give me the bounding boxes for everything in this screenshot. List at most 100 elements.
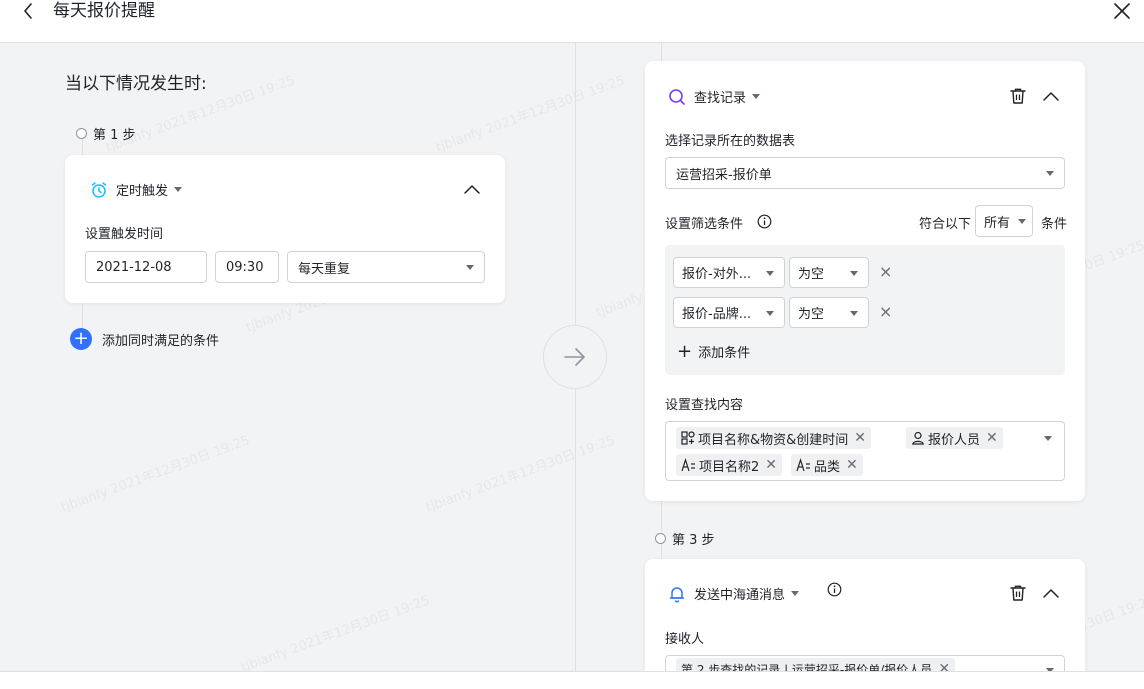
- date-value: 2021-12-08: [96, 259, 172, 275]
- filter-label: 设置筛选条件: [665, 217, 744, 232]
- person-icon: [912, 431, 924, 445]
- page-title: 每天报价提醒: [53, 1, 155, 21]
- repeat-select[interactable]: 每天重复: [287, 251, 485, 283]
- add-condition-label: 添加同时满足的条件: [102, 333, 220, 349]
- caret-down-icon: [466, 265, 474, 270]
- action-type-selector[interactable]: 发送中海通消息: [668, 584, 800, 603]
- filter-operator-select[interactable]: 为空: [789, 297, 869, 328]
- field-tag-label: 项目名称2: [699, 459, 760, 475]
- trigger-time-label: 设置触发时间: [85, 227, 164, 242]
- filter-field-value: 报价-对外...: [682, 267, 752, 282]
- step-3-label: 第 3 步: [672, 533, 715, 548]
- info-icon[interactable]: [827, 582, 842, 597]
- text-field-icon: [681, 458, 695, 472]
- step-1-marker: 第 1 步: [76, 124, 136, 143]
- caret-down-icon: [1018, 219, 1026, 224]
- field-tag: 报价人员 ✕: [906, 427, 1003, 449]
- caret-down-icon: [850, 270, 858, 276]
- send-message-card: 发送中海通消息 接收人 第 2 步查找的记录 | 运营招采-报价单/报价人员 ✕: [645, 559, 1085, 671]
- action-type-label: 发送中海通消息: [694, 588, 786, 603]
- field-tag-label: 品类: [814, 459, 841, 475]
- plus-icon: +: [677, 341, 693, 362]
- step-dot: [76, 128, 87, 139]
- receiver-tag: 第 2 步查找的记录 | 运营招采-报价单/报价人员 ✕: [676, 658, 956, 672]
- action-type-label: 查找记录: [694, 91, 747, 106]
- remove-tag-icon[interactable]: ✕: [986, 430, 998, 446]
- action-type-selector[interactable]: 查找记录: [668, 87, 761, 106]
- caret-down-icon: [766, 270, 774, 276]
- alarm-clock-icon: [91, 181, 107, 198]
- caret-down-icon: [1046, 171, 1054, 176]
- chevron-up-icon[interactable]: [1042, 586, 1060, 600]
- trash-icon[interactable]: [1009, 87, 1027, 105]
- filter-field-value: 报价-品牌...: [682, 307, 752, 322]
- content-label: 设置查找内容: [665, 398, 744, 413]
- repeat-value: 每天重复: [298, 261, 351, 277]
- match-mode-value: 所有: [984, 215, 1011, 231]
- receiver-select[interactable]: 第 2 步查找的记录 | 运营招采-报价单/报价人员 ✕: [665, 655, 1065, 671]
- remove-tag-icon[interactable]: ✕: [846, 457, 858, 473]
- add-condition-button[interactable]: + 添加同时满足的条件: [70, 328, 219, 350]
- plus-icon: +: [70, 328, 92, 350]
- caret-down-icon: [766, 310, 774, 316]
- caret-down-icon: [850, 310, 858, 316]
- remove-tag-icon[interactable]: ✕: [938, 661, 950, 671]
- remove-filter-icon[interactable]: ×: [879, 264, 892, 280]
- field-tag: 项目名称2 ✕: [676, 454, 783, 476]
- step-dot: [655, 533, 666, 544]
- bell-icon: [669, 586, 685, 602]
- field-tag: 品类 ✕: [791, 454, 863, 476]
- trigger-type-label: 定时触发: [116, 184, 169, 199]
- step-1-label: 第 1 步: [93, 128, 136, 143]
- field-tag-label: 报价人员: [928, 432, 981, 448]
- step-connector: [82, 303, 83, 331]
- header-bar: 每天报价提醒: [0, 0, 1144, 43]
- watermark: tjbianfy 2021年12月30日 19:25: [59, 433, 252, 516]
- formula-icon: [681, 431, 695, 445]
- content-fields-select[interactable]: 项目名称&物资&创建时间 ✕ 报价人员 ✕ 项目名称2 ✕ 品类 ✕: [665, 421, 1065, 481]
- match-suffix: 条件: [1041, 217, 1068, 232]
- filter-field-select[interactable]: 报价-对外...: [673, 257, 785, 288]
- bottom-bar: [0, 671, 1144, 689]
- remove-tag-icon[interactable]: ✕: [765, 457, 777, 473]
- chevron-up-icon[interactable]: [463, 182, 481, 196]
- receiver-label: 接收人: [665, 632, 705, 647]
- trigger-card: 定时触发 设置触发时间 2021-12-08 09:30 每天重复: [65, 155, 505, 303]
- table-label: 选择记录所在的数据表: [665, 134, 796, 149]
- table-select[interactable]: 运营招采-报价单: [665, 157, 1065, 189]
- text-field-icon: [796, 458, 810, 472]
- chevron-up-icon[interactable]: [1042, 89, 1060, 103]
- trash-icon[interactable]: [1009, 584, 1027, 602]
- find-records-card: 查找记录 选择记录所在的数据表 运营招采-报价单 设置筛选条件 符合以下 所有: [645, 61, 1085, 501]
- time-value: 09:30: [226, 259, 264, 275]
- filter-conditions-area: 报价-对外... 为空 × 报价-品牌... 为空 × + 添加条件: [665, 245, 1065, 375]
- filter-operator-value: 为空: [798, 267, 825, 282]
- match-prefix: 符合以下: [919, 217, 972, 232]
- remove-tag-icon[interactable]: ✕: [854, 430, 866, 446]
- step-connector: [661, 501, 662, 531]
- caret-down-icon: [791, 591, 800, 596]
- filter-operator-value: 为空: [798, 307, 825, 322]
- caret-down-icon: [752, 94, 761, 99]
- filter-operator-select[interactable]: 为空: [789, 257, 869, 288]
- caret-down-icon: [174, 187, 183, 192]
- match-mode-select[interactable]: 所有: [975, 205, 1033, 237]
- field-tag-label: 项目名称&物资&创建时间: [698, 432, 849, 448]
- add-filter-button[interactable]: + 添加条件: [677, 341, 750, 362]
- time-input[interactable]: 09:30: [215, 251, 279, 283]
- workflow-canvas: tjbianfy 2021年12月30日 19:25 tjbianfy 2021…: [0, 43, 1144, 671]
- trigger-section-title: 当以下情况发生时:: [65, 74, 207, 94]
- info-icon[interactable]: [757, 214, 772, 229]
- remove-filter-icon[interactable]: ×: [879, 304, 892, 320]
- close-icon[interactable]: [1110, 0, 1134, 24]
- step-connector: [661, 43, 662, 61]
- search-icon: [669, 88, 685, 105]
- filter-field-select[interactable]: 报价-品牌...: [673, 297, 785, 328]
- watermark: tjbianfy 2021年12月30日 19:25: [424, 433, 617, 516]
- table-value: 运营招采-报价单: [676, 167, 772, 183]
- receiver-tag-label: 第 2 步查找的记录 | 运营招采-报价单/报价人员: [681, 662, 933, 672]
- date-input[interactable]: 2021-12-08: [85, 251, 207, 283]
- back-arrow-icon[interactable]: [18, 0, 40, 22]
- watermark: tjbianfy 2021年12月30日 19:25: [434, 73, 627, 156]
- trigger-type-selector[interactable]: 定时触发: [90, 180, 183, 199]
